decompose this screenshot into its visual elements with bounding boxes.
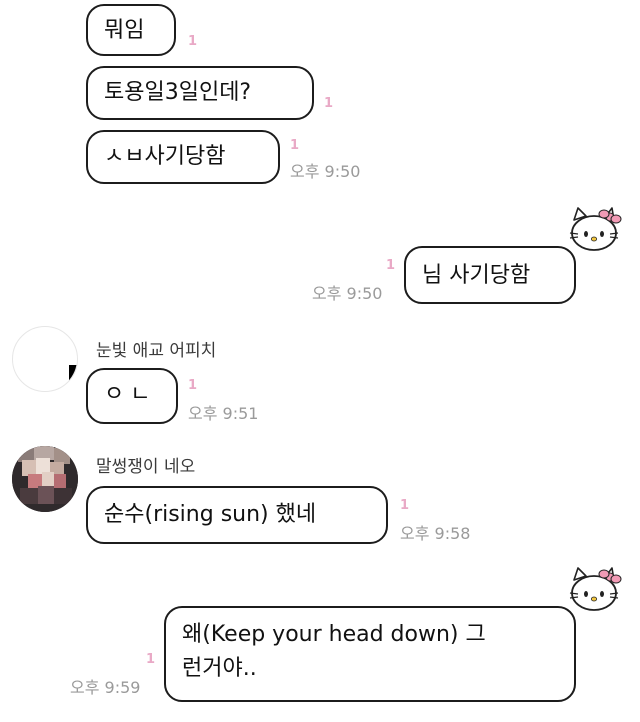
message-text: ㅅㅂ사기당함	[104, 144, 226, 169]
unread-count: 1	[386, 258, 396, 273]
timestamp: 오후 9:58	[400, 524, 471, 543]
timestamp: 오후 9:50	[312, 284, 383, 303]
unread-count: 1	[188, 34, 198, 49]
timestamp: 오후 9:50	[290, 162, 361, 181]
message-text: 순수(rising sun) 했네	[104, 502, 317, 527]
hello-kitty-icon[interactable]	[566, 206, 622, 254]
message-text: 님 사기당함	[422, 263, 531, 288]
blurred-photo-icon	[12, 446, 78, 512]
sender-name: 눈빛 애교 어피치	[96, 341, 217, 361]
message-bubble-5[interactable]: ㅇㄴ	[86, 368, 178, 424]
timestamp: 오후 9:51	[188, 404, 259, 423]
message-text: 뭐임	[104, 18, 145, 43]
hello-kitty-icon[interactable]	[566, 566, 622, 614]
unread-count: 1	[290, 138, 300, 153]
avatar[interactable]	[12, 326, 78, 392]
message-bubble-1[interactable]: 뭐임	[86, 4, 176, 56]
message-bubble-4[interactable]: 님 사기당함	[404, 246, 576, 304]
message-bubble-7[interactable]: 왜(Keep your head down) 그 런거야..	[164, 606, 576, 702]
message-text-line-2: 런거야..	[182, 656, 257, 681]
avatar-shadow	[69, 365, 77, 387]
unread-count: 1	[146, 652, 156, 667]
unread-count: 1	[400, 498, 410, 513]
message-bubble-3[interactable]: ㅅㅂ사기당함	[86, 130, 280, 184]
unread-count: 1	[324, 96, 334, 111]
unread-count: 1	[188, 378, 198, 393]
message-text-line-1: 왜(Keep your head down) 그	[182, 622, 486, 647]
message-bubble-6[interactable]: 순수(rising sun) 했네	[86, 486, 388, 544]
sender-name: 말썽쟁이 네오	[96, 457, 196, 477]
message-text: ㅇㄴ	[104, 382, 157, 407]
message-bubble-2[interactable]: 토용일3일인데?	[86, 66, 314, 120]
avatar[interactable]	[12, 446, 78, 512]
message-text: 토용일3일인데?	[104, 80, 252, 105]
timestamp: 오후 9:59	[70, 678, 141, 697]
